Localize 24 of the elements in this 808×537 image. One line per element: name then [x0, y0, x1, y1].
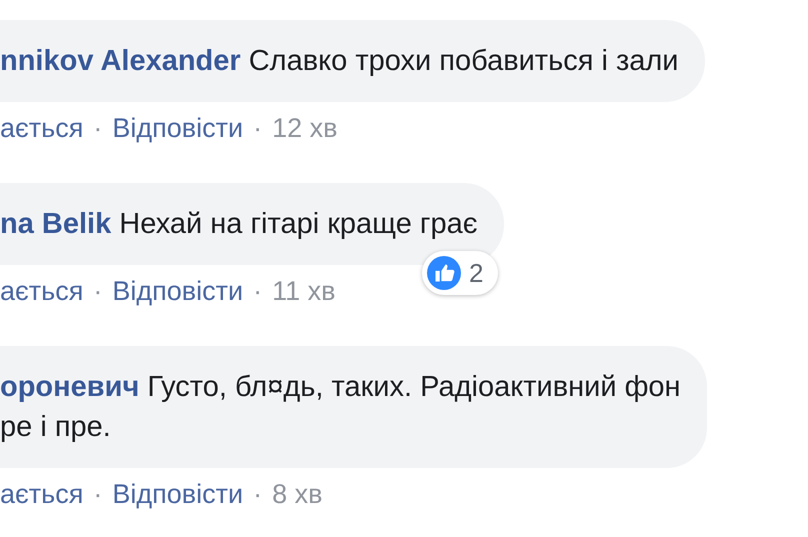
comment-time[interactable]: 11 хв	[272, 276, 336, 306]
separator-dot: ·	[253, 112, 262, 144]
author-link[interactable]: na Belik	[0, 208, 112, 240]
separator-dot: ·	[253, 478, 262, 510]
comment-action-link[interactable]: Відповісти	[112, 276, 244, 306]
comment-time[interactable]: 12 хв	[272, 112, 338, 144]
comment-action-link[interactable]: Відповісти	[112, 112, 244, 144]
comment-time[interactable]: 8 хв	[272, 478, 322, 510]
reaction-badge[interactable]: 2	[422, 251, 498, 295]
reaction-count: 2	[469, 258, 484, 288]
separator-dot: ·	[93, 112, 102, 144]
comment-action-link[interactable]: Відповісти	[112, 478, 244, 510]
comment-text: na Belik Нехай на гітарі краще грає	[0, 207, 478, 242]
separator-dot: ·	[93, 478, 102, 510]
author-link[interactable]: nnikov Alexander	[0, 45, 241, 77]
thumbs-up-icon	[427, 256, 462, 290]
comment-text: nnikov Alexander Славко трохи побавиться і зали	[0, 44, 679, 79]
separator-dot: ·	[253, 276, 262, 306]
comment-action-link[interactable]: ається	[0, 478, 84, 510]
separator-dot: ·	[93, 276, 102, 306]
author-link[interactable]: ороневич	[0, 371, 140, 403]
comment-action-link[interactable]: ається	[0, 276, 84, 306]
comment-action-link[interactable]: ається	[0, 112, 84, 144]
comment-text: ороневич Густо, бл¤дь, таких. Радіоактивний фон ре і пре.	[0, 370, 681, 445]
